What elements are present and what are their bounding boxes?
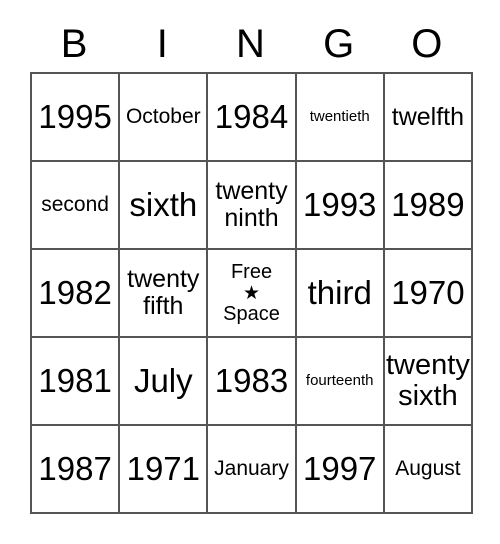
bingo-cell-text: twenty ninth bbox=[215, 177, 288, 232]
bingo-cell[interactable]: 1982 bbox=[32, 250, 121, 338]
bingo-grid: 1995 October 1984 twentieth twelfth second six… bbox=[30, 72, 474, 514]
bingo-cell[interactable]: sixth bbox=[120, 162, 209, 250]
bingo-card: B I N G O 1995 October 1984 twentieth twelft… bbox=[30, 16, 474, 514]
bingo-cell-text: 1982 bbox=[38, 273, 112, 311]
bingo-cell-text: July bbox=[133, 361, 193, 399]
bingo-cell[interactable]: August bbox=[384, 426, 474, 514]
bingo-header-letter-b: B bbox=[60, 22, 88, 66]
bingo-header-letter-g: G bbox=[323, 22, 355, 66]
bingo-cell-text: twelfth bbox=[391, 102, 465, 131]
bingo-cell[interactable]: 1971 bbox=[120, 426, 209, 514]
bingo-cell[interactable]: twelfth bbox=[384, 74, 474, 162]
bingo-cell[interactable]: second bbox=[32, 162, 121, 250]
bingo-cell-text: 1993 bbox=[303, 185, 377, 223]
bingo-cell-text: fourteenth bbox=[305, 372, 374, 390]
bingo-header-letter-o: O bbox=[411, 22, 443, 66]
bingo-header-letter-n: N bbox=[236, 22, 265, 66]
bingo-cell[interactable]: twenty ninth bbox=[208, 162, 297, 250]
bingo-cell-text: 1995 bbox=[38, 97, 112, 135]
bingo-cell[interactable]: twentieth bbox=[296, 74, 385, 162]
bingo-row: second sixth twenty ninth 1993 1989 bbox=[32, 162, 474, 250]
bingo-row: 1982 twenty fifth Free ★ Space third 1970 bbox=[32, 250, 474, 338]
bingo-row: 1987 1971 January 1997 August bbox=[32, 426, 474, 514]
free-space-bottom-label: Space bbox=[223, 302, 280, 325]
bingo-cell[interactable]: twenty sixth bbox=[384, 338, 474, 426]
bingo-cell-text: October bbox=[125, 104, 201, 128]
bingo-cell-text: 1984 bbox=[214, 97, 289, 135]
bingo-cell-text: Free ★ Space bbox=[209, 261, 293, 326]
bingo-cell-text: third bbox=[307, 273, 372, 311]
bingo-cell[interactable]: third bbox=[296, 250, 385, 338]
bingo-header-row: B I N G O bbox=[30, 16, 471, 72]
bingo-cell-text: 1970 bbox=[391, 273, 465, 311]
bingo-cell-text: 1989 bbox=[391, 185, 465, 223]
bingo-cell[interactable]: fourteenth bbox=[296, 338, 385, 426]
bingo-cell[interactable]: 1987 bbox=[32, 426, 121, 514]
bingo-cell-text: January bbox=[214, 456, 289, 480]
bingo-cell[interactable]: 1981 bbox=[32, 338, 121, 426]
bingo-cell[interactable]: 1989 bbox=[384, 162, 474, 250]
free-space-top-label: Free bbox=[230, 260, 273, 283]
bingo-cell-text: second bbox=[41, 192, 109, 216]
bingo-cell-text: 1971 bbox=[126, 449, 201, 487]
bingo-cell[interactable]: twenty fifth bbox=[120, 250, 209, 338]
bingo-cell-text: sixth bbox=[129, 185, 198, 223]
bingo-cell[interactable]: October bbox=[120, 74, 209, 162]
bingo-cell[interactable]: 1983 bbox=[208, 338, 297, 426]
bingo-cell[interactable]: 1997 bbox=[296, 426, 385, 514]
bingo-cell-text: 1987 bbox=[38, 449, 112, 487]
bingo-cell-text: August bbox=[395, 456, 461, 480]
bingo-cell[interactable]: January bbox=[208, 426, 297, 514]
bingo-cell-text: 1981 bbox=[38, 361, 112, 399]
bingo-cell-text: twenty fifth bbox=[127, 265, 200, 320]
bingo-cell-free-space[interactable]: Free ★ Space bbox=[208, 250, 297, 338]
bingo-cell-text: twentieth bbox=[309, 108, 370, 126]
bingo-cell[interactable]: 1993 bbox=[296, 162, 385, 250]
bingo-row: 1981 July 1983 fourteenth twenty sixth bbox=[32, 338, 474, 426]
bingo-cell[interactable]: July bbox=[120, 338, 209, 426]
bingo-cell[interactable]: 1995 bbox=[32, 74, 121, 162]
bingo-header-letter-i: I bbox=[156, 22, 168, 66]
bingo-cell[interactable]: 1984 bbox=[208, 74, 297, 162]
star-icon: ★ bbox=[242, 282, 261, 304]
bingo-cell[interactable]: 1970 bbox=[384, 250, 474, 338]
bingo-row: 1995 October 1984 twentieth twelfth bbox=[32, 74, 474, 162]
bingo-cell-text: 1997 bbox=[303, 449, 377, 487]
bingo-cell-text: twenty sixth bbox=[386, 348, 470, 412]
bingo-cell-text: 1983 bbox=[214, 361, 289, 399]
